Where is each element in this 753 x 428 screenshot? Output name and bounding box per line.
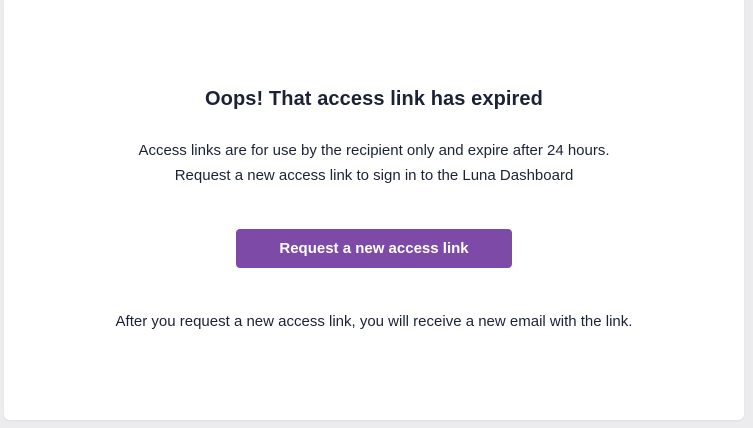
expired-link-card: Oops! That access link has expired Acces… xyxy=(4,0,744,420)
page-background: Oops! That access link has expired Acces… xyxy=(0,0,753,428)
request-instruction: Request a new access link to sign in to … xyxy=(174,167,574,184)
page-title: Oops! That access link has expired xyxy=(205,88,543,110)
request-new-access-link-button[interactable]: Request a new access link xyxy=(236,229,512,268)
expiry-explanation: Access links are for use by the recipien… xyxy=(138,142,610,159)
after-request-note: After you request a new access link, you… xyxy=(115,313,633,330)
